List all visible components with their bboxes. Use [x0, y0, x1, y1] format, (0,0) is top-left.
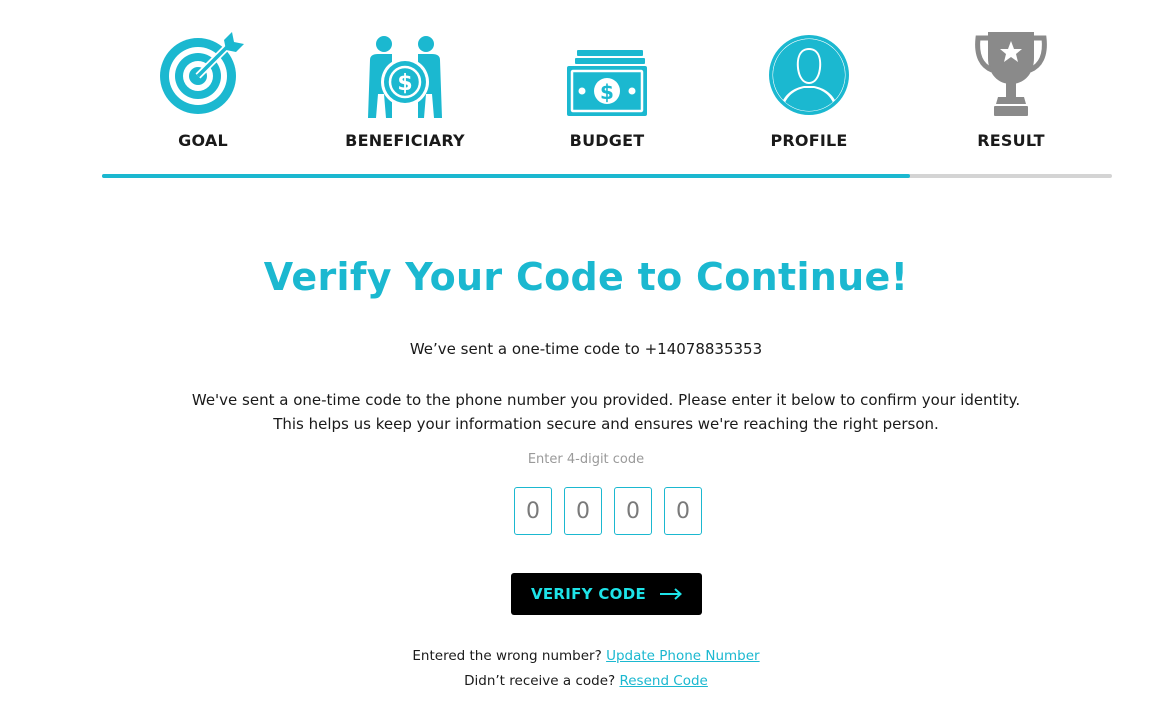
progress-bar	[102, 174, 1112, 178]
no-code-text: Didn’t receive a code?	[464, 673, 616, 689]
resend-code-link[interactable]: Resend Code	[619, 673, 707, 689]
code-digit-2-input[interactable]	[564, 487, 602, 535]
verification-description: We've sent a one-time code to the phone …	[191, 391, 1021, 433]
verify-code-button[interactable]: VERIFY CODE	[511, 573, 702, 615]
page-title: Verify Your Code to Continue!	[263, 255, 909, 299]
target-icon	[160, 32, 244, 114]
resend-line: Didn’t receive a code? Resend Code	[0, 673, 1172, 689]
beneficiary-icon: $	[368, 36, 442, 118]
wrong-number-text: Entered the wrong number?	[412, 648, 602, 664]
progress-bar-fill	[102, 174, 910, 178]
trophy-icon	[975, 32, 1047, 116]
code-digit-4-input[interactable]	[664, 487, 702, 535]
verify-code-label: VERIFY CODE	[530, 585, 647, 603]
step-label: BENEFICIARY	[345, 131, 465, 150]
step-label: RESULT	[977, 131, 1045, 150]
step-budget: $ BUDGET	[506, 28, 708, 150]
update-phone-link[interactable]: Update Phone Number	[606, 648, 760, 664]
code-label: Enter 4-digit code	[527, 452, 645, 467]
money-stack-icon: $	[567, 50, 647, 116]
step-label: BUDGET	[569, 131, 645, 150]
step-beneficiary: $ BENEFICIARY	[304, 28, 506, 150]
step-label: PROFILE	[770, 131, 848, 150]
verification-page: GOAL $ BENEFICIARY $ BUDGET PROFILE RESU…	[0, 0, 1172, 715]
profile-icon	[769, 35, 849, 115]
step-goal: GOAL	[102, 28, 304, 150]
sent-phone-text: We’ve sent a one-time code to +140788353…	[409, 340, 763, 358]
step-label: GOAL	[178, 131, 228, 150]
wrong-number-line: Entered the wrong number? Update Phone N…	[0, 648, 1172, 664]
step-profile: PROFILE	[708, 28, 910, 150]
svg-text:$: $	[397, 71, 412, 96]
code-digit-3-input[interactable]	[614, 487, 652, 535]
step-result: RESULT	[910, 28, 1112, 150]
arrow-right-icon	[660, 588, 683, 600]
progress-stepper: GOAL $ BENEFICIARY $ BUDGET PROFILE RESU…	[102, 0, 1112, 180]
svg-text:$: $	[600, 80, 614, 104]
code-digit-1-input[interactable]	[514, 487, 552, 535]
